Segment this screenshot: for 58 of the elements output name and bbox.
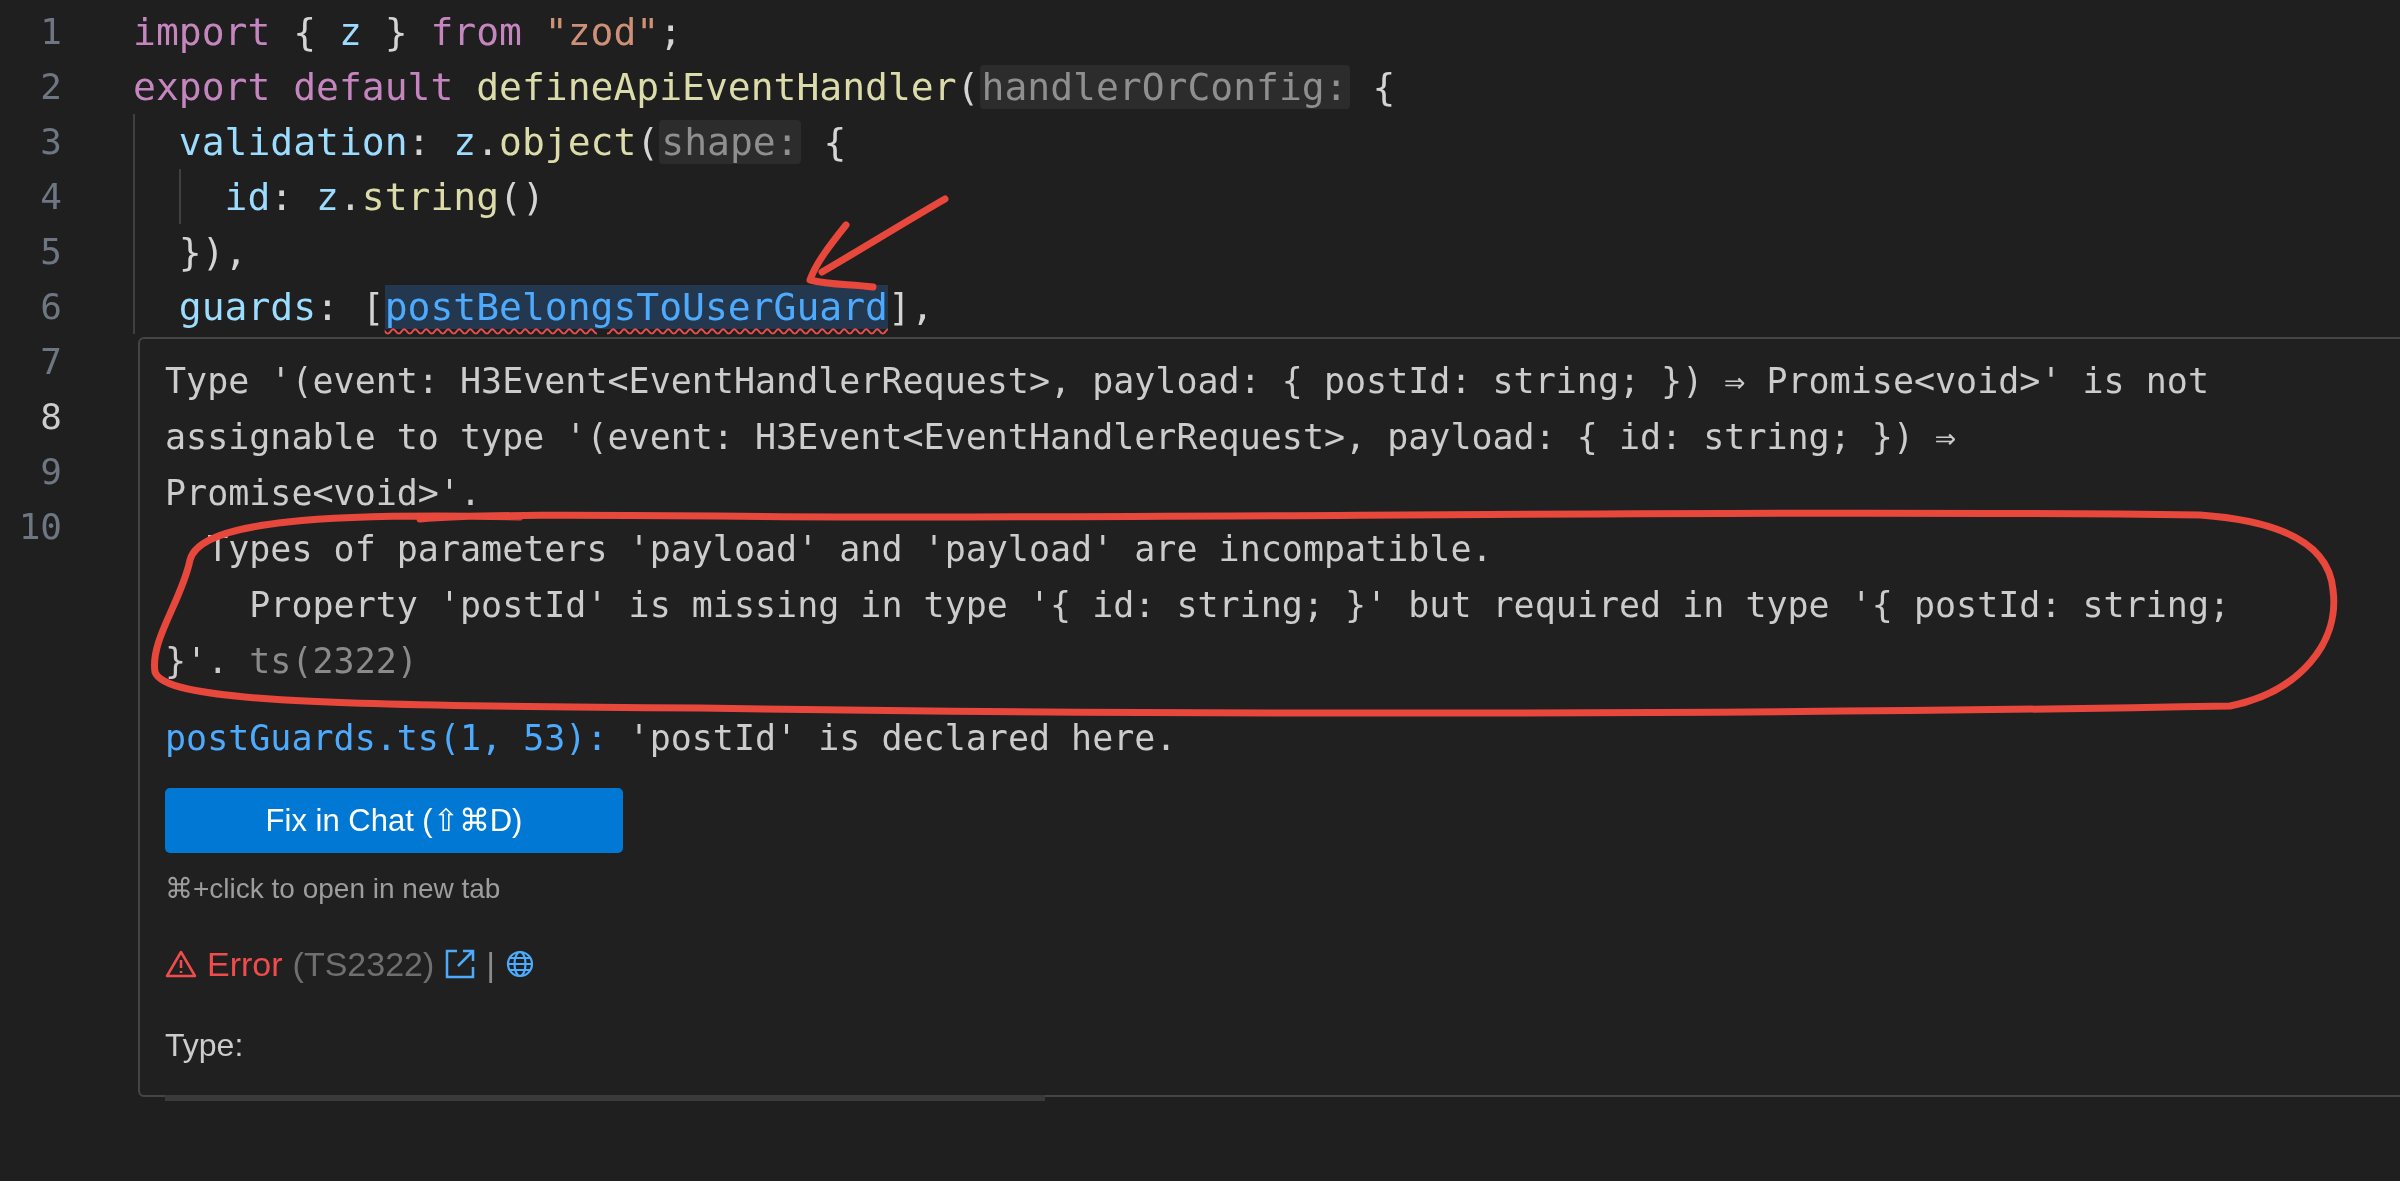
line-number: 6 — [39, 286, 62, 327]
punctuation-token: : — [407, 119, 432, 164]
property-token: validation — [178, 119, 408, 164]
punctuation-token: }), — [178, 229, 248, 274]
punctuation-token: } — [383, 9, 409, 54]
punctuation-token: . — [476, 119, 500, 164]
file-link[interactable]: postGuards.ts(1, 53): — [165, 718, 608, 758]
line-number: 8 — [39, 396, 62, 437]
parameter-hint: handlerOrConfig: — [979, 64, 1350, 109]
line-number: 1 — [39, 11, 62, 52]
function-token: defineApiEventHandler — [476, 64, 957, 109]
separator: | — [486, 944, 496, 984]
error-message-line: }'. ts(2322) — [165, 640, 419, 683]
line-number: 5 — [39, 231, 62, 272]
punctuation-token: ; — [659, 9, 683, 54]
line-number: 4 — [39, 176, 62, 217]
keyword-token: import — [133, 9, 272, 54]
punctuation-token: . — [338, 174, 362, 219]
line-number: 3 — [39, 121, 62, 162]
punctuation-token: ], — [888, 284, 934, 329]
keyword-token: from — [430, 9, 523, 54]
punctuation-token: { — [293, 9, 318, 54]
punctuation-token: : [ — [316, 284, 385, 329]
section-label: Type: — [165, 1026, 245, 1065]
line-number: 7 — [39, 341, 62, 382]
related-info: postGuards.ts(1, 53): 'postId' is declared here. — [165, 717, 1178, 760]
punctuation-token: ( — [956, 64, 980, 109]
variable-token: z — [338, 9, 362, 54]
fix-in-chat-button[interactable]: Fix in Chat (⇧⌘D) — [165, 788, 623, 853]
punctuation-token: ( — [636, 119, 660, 164]
globe-icon[interactable] — [505, 949, 536, 979]
keyword-token: export default — [133, 64, 455, 109]
error-message-line: assignable to type '(event: H3Event<EventHandlerRequest>, payload: { id: string; }) ⇒ — [165, 416, 1958, 459]
property-token: guards — [178, 284, 317, 329]
line-number: 9 — [39, 451, 62, 492]
function-token: object — [499, 119, 637, 164]
error-message-line: Promise<void>'. — [165, 472, 483, 515]
external-link-icon[interactable] — [444, 948, 477, 980]
parameter-hint: shape: — [659, 119, 801, 164]
function-token: string — [361, 174, 500, 219]
variable-token: z — [453, 119, 477, 164]
error-message-line: Type '(event: H3Event<EventHandlerRequest>, payload: { postId: string; }) ⇒ Promise<void>' is not — [165, 360, 2210, 403]
warning-icon — [165, 949, 197, 979]
error-code: (TS2322) — [292, 944, 435, 984]
variable-token: z — [316, 174, 339, 219]
open-hint: ⌘+click to open in new tab — [165, 872, 502, 906]
severity-label: Error — [207, 944, 283, 984]
scrollbar[interactable] — [165, 1095, 1045, 1101]
punctuation-token: { — [822, 119, 847, 164]
error-message-line: Property 'postId' is missing in type '{ id: string; }' but required in type '{ postId: string; — [248, 584, 2232, 627]
punctuation-token: : — [270, 174, 295, 219]
string-token: "zod" — [544, 9, 660, 54]
punctuation-token: { — [1371, 64, 1396, 109]
punctuation-token: () — [499, 174, 545, 219]
property-token: id — [224, 174, 271, 219]
line-number: 10 — [17, 506, 62, 547]
line-number: 2 — [39, 66, 62, 107]
error-reference[interactable]: postBelongsToUserGuard — [384, 284, 888, 329]
